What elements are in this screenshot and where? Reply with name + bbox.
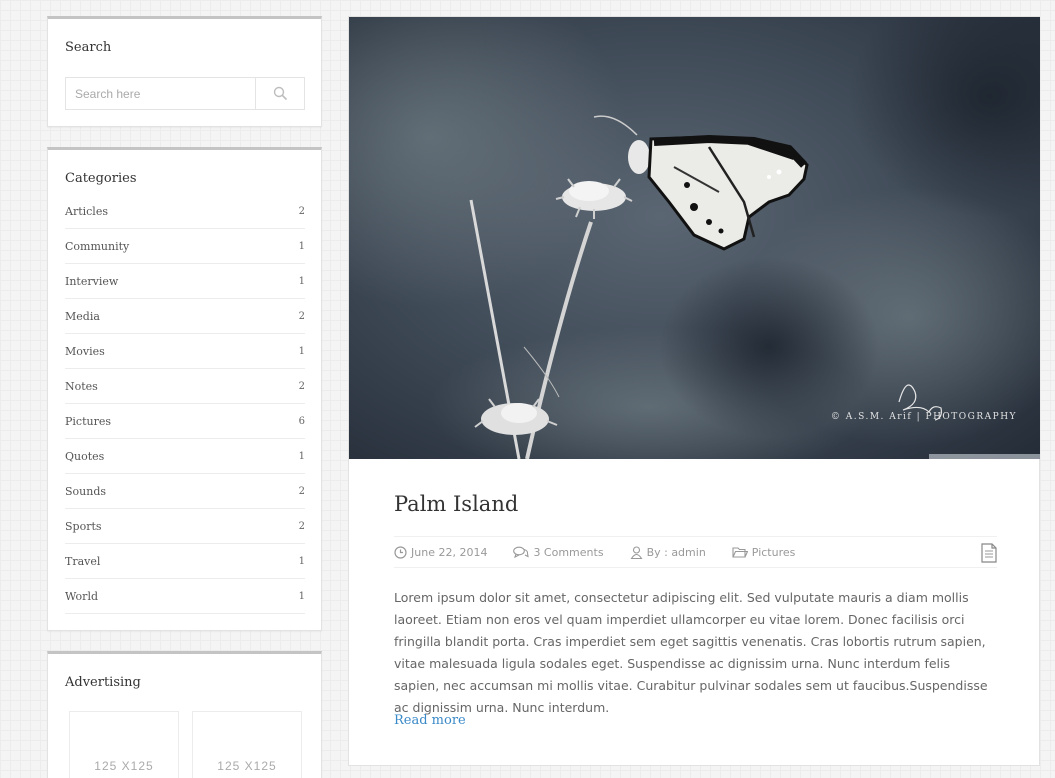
post-author-text: By : admin [646, 545, 706, 559]
search-box [65, 77, 305, 110]
category-item-movies[interactable]: Movies 1 [65, 334, 305, 369]
category-label: Travel [65, 554, 101, 568]
search-widget: Search [47, 16, 322, 127]
category-label: World [65, 589, 98, 603]
category-label: Media [65, 309, 100, 323]
category-label: Sports [65, 519, 102, 533]
category-count: 1 [298, 240, 305, 252]
category-label: Articles [65, 204, 108, 218]
category-item-sounds[interactable]: Sounds 2 [65, 474, 305, 509]
search-widget-title: Search [65, 40, 112, 55]
post-comments-link[interactable]: 3 Comments [533, 546, 603, 559]
category-label: Community [65, 239, 130, 253]
post-date-text: June 22, 2014 [411, 545, 488, 559]
category-count: 1 [298, 555, 305, 567]
category-count: 2 [298, 520, 305, 532]
post-category-link[interactable]: Pictures [752, 546, 796, 559]
category-item-sports[interactable]: Sports 2 [65, 509, 305, 544]
categories-widget-title: Categories [65, 171, 137, 186]
category-count: 1 [298, 275, 305, 287]
clock-icon [394, 545, 407, 559]
categories-widget: Categories Articles 2 Community 1 Intervie… [47, 147, 322, 631]
photo-watermark-text: © A.S.M. Arif | PHOTOGRAPHY [831, 412, 1017, 422]
read-more-link[interactable]: Read more [394, 713, 466, 728]
category-item-quotes[interactable]: Quotes 1 [65, 439, 305, 474]
category-label: Quotes [65, 449, 105, 463]
category-item-interview[interactable]: Interview 1 [65, 264, 305, 299]
category-item-community[interactable]: Community 1 [65, 229, 305, 264]
category-count: 1 [298, 450, 305, 462]
butterfly-photo: © A.S.M. Arif | PHOTOGRAPHY [349, 17, 1040, 459]
category-item-media[interactable]: Media 2 [65, 299, 305, 334]
blog-post: © A.S.M. Arif | PHOTOGRAPHY Palm Island … [348, 16, 1040, 766]
post-author[interactable]: By : admin [630, 546, 706, 559]
category-count: 2 [298, 485, 305, 497]
search-icon [273, 86, 287, 101]
category-item-world[interactable]: World 1 [65, 579, 305, 614]
post-date: June 22, 2014 [394, 546, 487, 559]
category-label: Pictures [65, 414, 111, 428]
post-title[interactable]: Palm Island [394, 492, 518, 516]
category-count: 6 [298, 415, 305, 427]
category-item-pictures[interactable]: Pictures 6 [65, 404, 305, 439]
categories-list: Articles 2 Community 1 Interview 1 Media 2 M… [65, 194, 305, 614]
search-button[interactable] [255, 78, 304, 109]
category-item-notes[interactable]: Notes 2 [65, 369, 305, 404]
comments-icon [513, 546, 530, 558]
post-meta: June 22, 2014 3 Comments By : admin Pict… [394, 536, 997, 568]
category-count: 1 [298, 345, 305, 357]
category-label: Interview [65, 274, 119, 288]
category-count: 2 [298, 380, 305, 392]
category-label: Notes [65, 379, 98, 393]
ad-slot[interactable]: 125 X125 [69, 711, 179, 778]
folder-icon [732, 547, 748, 558]
category-count: 1 [298, 590, 305, 602]
category-item-articles[interactable]: Articles 2 [65, 194, 305, 229]
post-featured-image[interactable]: © A.S.M. Arif | PHOTOGRAPHY [349, 17, 1040, 459]
category-label: Sounds [65, 484, 107, 498]
post-excerpt: Lorem ipsum dolor sit amet, consectetur … [394, 590, 988, 715]
advertising-widget: Advertising 125 X125 125 X125 [47, 651, 322, 778]
document-icon [981, 543, 997, 563]
category-item-travel[interactable]: Travel 1 [65, 544, 305, 579]
post-comments[interactable]: 3 Comments [513, 546, 604, 559]
user-icon [630, 545, 643, 559]
category-label: Movies [65, 344, 105, 358]
advertising-widget-title: Advertising [65, 675, 141, 690]
post-category[interactable]: Pictures [732, 546, 796, 559]
category-count: 2 [298, 310, 305, 322]
ad-slot[interactable]: 125 X125 [192, 711, 302, 778]
search-input[interactable] [66, 78, 255, 109]
category-count: 2 [298, 205, 305, 217]
